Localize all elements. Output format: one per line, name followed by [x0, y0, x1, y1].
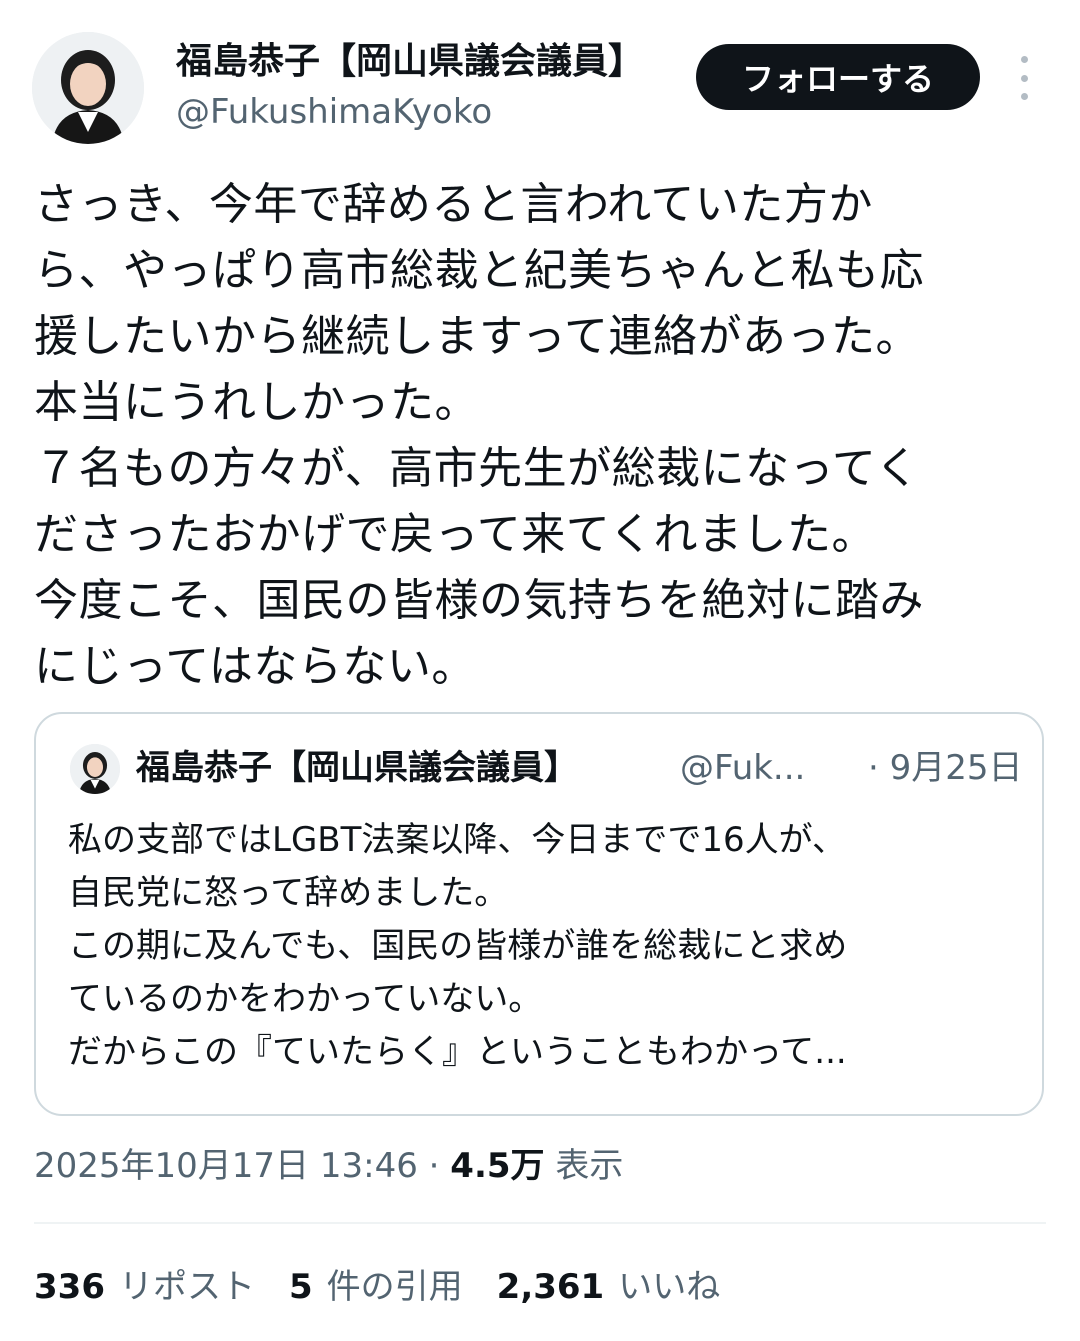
tweet-line: 本当にうれしかった。 — [34, 377, 479, 428]
reposts-label: リポスト — [118, 1267, 255, 1307]
likes-count: 2,361 — [496, 1267, 605, 1307]
engagement-stats: 336 リポスト 5 件の引用 2,361 いいね — [34, 1262, 720, 1312]
profile-photo-icon — [32, 32, 144, 144]
quotes-stat[interactable]: 5 件の引用 — [289, 1262, 463, 1312]
quoted-author-name: 福島恭子【岡山県議会議員】 — [136, 748, 578, 788]
quoted-line: この期に及んでも、国民の皆様が誰を総裁にと求め — [68, 926, 848, 966]
quotes-count: 5 — [288, 1267, 313, 1307]
quoted-author-handle: @Fuk... — [680, 748, 806, 788]
views-count: 4.5万 — [450, 1146, 545, 1186]
divider — [34, 1222, 1046, 1224]
tweet-line: にじってはならない。 — [34, 641, 476, 692]
tweet-line: さっき、今年で辞めると言われていた方か — [34, 179, 873, 230]
tweet-line: ださったおかげで戻って来てくれました。 — [34, 509, 876, 560]
tweet-meta: 2025年10月17日 13:46 · 4.5万 表示 — [34, 1140, 623, 1192]
tweet-line: 援したいから継続しますって連絡があった。 — [34, 311, 921, 362]
author-display-name[interactable]: 福島恭子【岡山県議会議員】 — [176, 40, 676, 84]
views-label: 表示 — [544, 1146, 624, 1186]
quoted-line: ているのかをわかっていない。 — [68, 979, 543, 1019]
author-handle[interactable]: @FukushimaKyoko — [176, 92, 492, 132]
quoted-line: 自民党に怒って辞めました。 — [68, 873, 509, 913]
quoted-tweet-text: 私の支部ではLGBT法案以降、今日までで16人が、 自民党に怒って辞めました。 … — [68, 814, 1028, 1079]
quoted-tweet-date: · 9月25日 — [868, 748, 1023, 788]
follow-button[interactable]: フォローする — [696, 44, 980, 110]
quotes-label: 件の引用 — [326, 1267, 463, 1307]
reposts-stat[interactable]: 336 リポスト — [34, 1262, 255, 1312]
tweet-line: ７名もの方々が、高市先生が総裁になってく — [34, 443, 920, 494]
tweet-line: 今度こそ、国民の皆様の気持ちを絶対に踏み — [34, 575, 924, 626]
tweet-line: ら、やっぱり高市総裁と紀美ちゃんと私も応 — [34, 245, 924, 296]
tweet-header: 福島恭子【岡山県議会議員】 @FukushimaKyoko フォローする — [0, 0, 1080, 150]
quoted-tweet-card[interactable]: 福島恭子【岡山県議会議員】 @Fuk... · 9月25日 私の支部ではLGBT… — [34, 712, 1044, 1116]
tweet-text: さっき、今年で辞めると言われていた方か ら、やっぱり高市総裁と紀美ちゃんと私も応… — [34, 172, 1044, 700]
likes-label: いいね — [618, 1267, 721, 1307]
tweet-timestamp[interactable]: 2025年10月17日 13:46 · — [34, 1146, 450, 1186]
more-vertical-icon[interactable] — [1008, 56, 1040, 100]
author-avatar[interactable] — [32, 32, 144, 144]
quoted-line: 私の支部ではLGBT法案以降、今日までで16人が、 — [68, 820, 846, 860]
profile-photo-icon — [70, 744, 120, 794]
quoted-line: だからこの『ていたらく』ということもわかって... — [68, 1032, 847, 1072]
reposts-count: 336 — [34, 1267, 105, 1307]
likes-stat[interactable]: 2,361 いいね — [497, 1262, 721, 1312]
quoted-author-avatar — [70, 744, 120, 794]
